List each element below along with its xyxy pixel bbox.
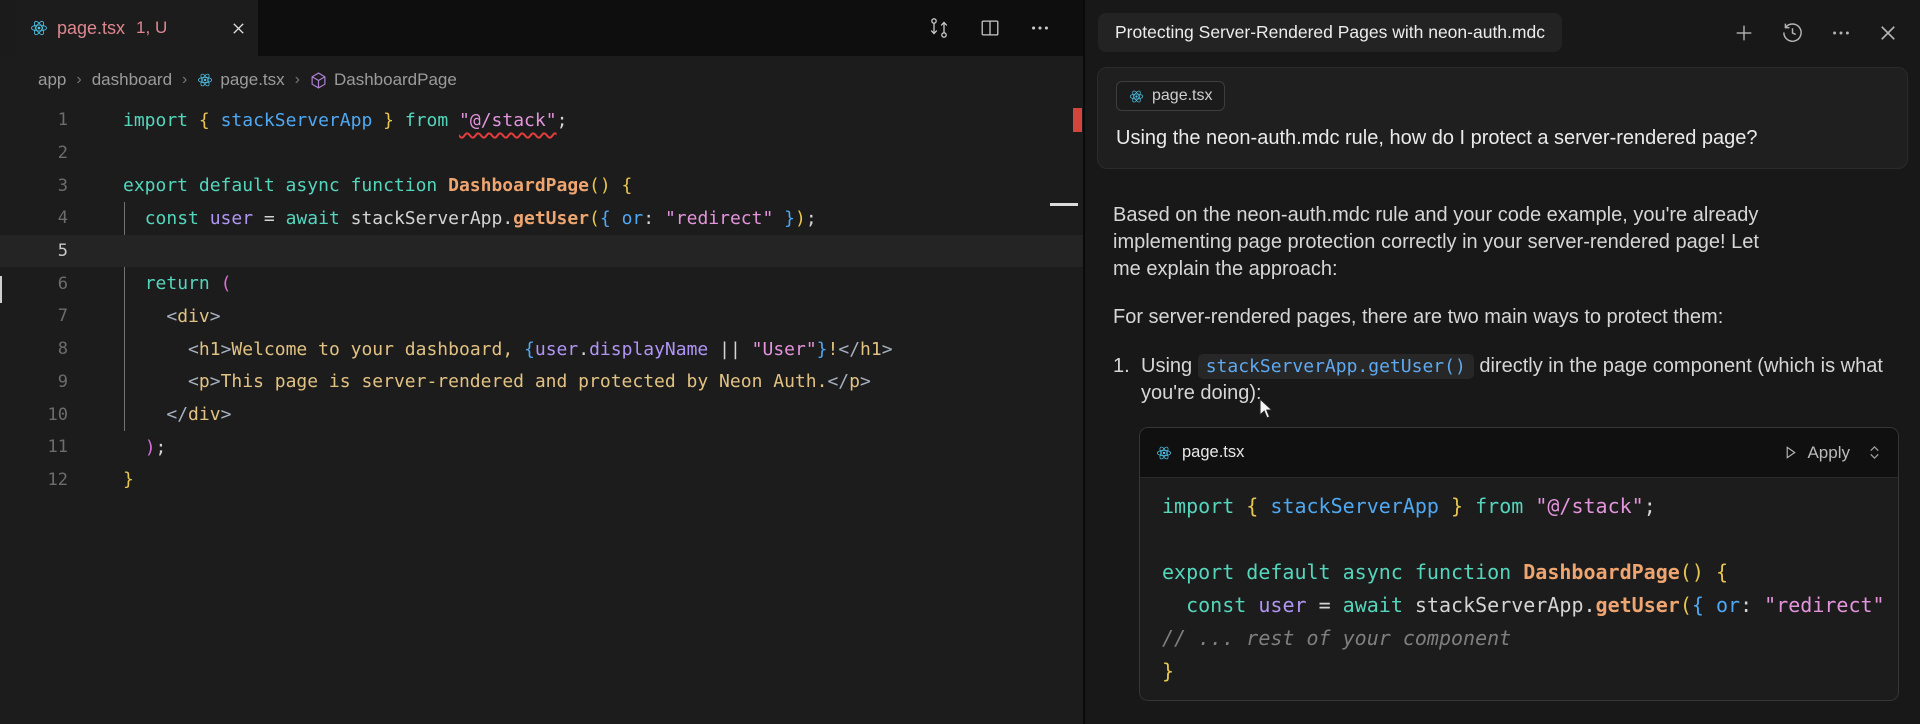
code-line[interactable]: 10 </div> [0, 398, 1083, 431]
line-number: 2 [0, 143, 68, 163]
line-number: 10 [0, 405, 68, 425]
breadcrumb: app › dashboard › page.tsx › Dashboar [0, 56, 1083, 104]
more-options-icon[interactable] [1830, 22, 1852, 44]
code-block-body[interactable]: import { stackServerApp } from "@/stack"… [1140, 478, 1898, 700]
assistant-response: Based on the neon-auth.mdc rule and your… [1085, 169, 1920, 701]
breadcrumb-file[interactable]: page.tsx [197, 70, 284, 90]
user-message: Using the neon-auth.mdc rule, how do I p… [1116, 127, 1889, 150]
more-actions-icon[interactable] [1029, 17, 1051, 39]
line-number: 1 [0, 110, 68, 130]
history-icon[interactable] [1781, 21, 1804, 44]
code-line[interactable]: 6 return ( [0, 267, 1083, 300]
assistant-paragraph: Based on the neon-auth.mdc rule and your… [1113, 202, 1773, 283]
editor-toolbar [927, 0, 1083, 56]
breadcrumb-app[interactable]: app [38, 70, 66, 90]
react-icon [1156, 445, 1172, 461]
line-number: 6 [0, 274, 68, 294]
chat-header-icons [1733, 21, 1898, 44]
code-line[interactable]: 3export default async function Dashboard… [0, 169, 1083, 202]
symbol-cube-icon [310, 72, 327, 89]
code-block-header: page.tsx Apply [1140, 428, 1898, 478]
apply-button[interactable]: Apply [1783, 439, 1882, 466]
line-number: 4 [0, 208, 68, 228]
line-number: 11 [0, 437, 68, 457]
code-line[interactable]: } [1162, 655, 1898, 688]
close-panel-icon[interactable] [1878, 23, 1898, 43]
left-edge-marker [0, 276, 2, 303]
react-icon [197, 72, 213, 88]
code-line[interactable] [1162, 523, 1898, 556]
context-chip-page-tsx[interactable]: page.tsx [1116, 81, 1225, 111]
tab-problems-badge: 1, U [136, 18, 167, 38]
breadcrumb-dashboard[interactable]: dashboard [92, 70, 172, 90]
breadcrumb-separator: › [76, 71, 81, 89]
breadcrumb-separator: › [295, 71, 300, 89]
app-window: page.tsx 1, U [0, 0, 1920, 724]
code-line[interactable]: 4 const user = await stackServerApp.getU… [0, 202, 1083, 235]
chip-label: page.tsx [1152, 87, 1212, 105]
code-block-filename: page.tsx [1182, 439, 1244, 466]
code-editor[interactable]: 1import { stackServerApp } from "@/stack… [0, 104, 1083, 496]
line-number: 12 [0, 470, 68, 490]
assistant-paragraph: For server-rendered pages, there are two… [1113, 304, 1904, 331]
list-item-text: Using stackServerApp.getUser() directly … [1141, 353, 1888, 407]
code-line[interactable]: 1import { stackServerApp } from "@/stack… [0, 104, 1083, 137]
tab-bar: page.tsx 1, U [0, 0, 1083, 56]
open-changes-icon[interactable] [927, 16, 951, 40]
code-line[interactable]: import { stackServerApp } from "@/stack"… [1162, 490, 1898, 523]
list-number: 1. [1113, 353, 1141, 407]
user-message-card: page.tsx Using the neon-auth.mdc rule, h… [1097, 67, 1908, 169]
code-line[interactable]: 5 [0, 235, 1083, 268]
chat-title[interactable]: Protecting Server-Rendered Pages with ne… [1098, 13, 1562, 52]
close-tab-icon[interactable] [231, 21, 246, 36]
code-line[interactable]: export default async function DashboardP… [1162, 556, 1898, 589]
code-line[interactable]: 11 ); [0, 431, 1083, 464]
list-item-1: 1. Using stackServerApp.getUser() direct… [1113, 353, 1888, 407]
inline-code[interactable]: stackServerApp.getUser() [1198, 354, 1474, 379]
line-number: 7 [0, 306, 68, 326]
react-icon [30, 19, 48, 37]
tab-label: page.tsx [57, 18, 125, 39]
code-line[interactable]: 8 <h1>Welcome to your dashboard, {user.d… [0, 333, 1083, 366]
overview-ruler-error-mark [1073, 108, 1082, 132]
code-line[interactable]: const user = await stackServerApp.getUse… [1162, 589, 1898, 622]
tab-bar-left-strip [0, 0, 16, 56]
code-line[interactable]: 9 <p>This page is server-rendered and pr… [0, 366, 1083, 399]
breadcrumb-separator: › [182, 71, 187, 89]
suggested-code-block: page.tsx Apply import { stackServerApp }… [1139, 427, 1899, 701]
new-chat-icon[interactable] [1733, 22, 1755, 44]
breadcrumb-symbol[interactable]: DashboardPage [310, 70, 457, 90]
line-number: 9 [0, 372, 68, 392]
line-number: 3 [0, 176, 68, 196]
code-line[interactable]: 2 [0, 137, 1083, 170]
overview-ruler-cursor-mark [1050, 203, 1078, 206]
code-line[interactable]: // ... rest of your component [1162, 622, 1898, 655]
expand-chevrons-icon[interactable] [1867, 444, 1882, 461]
split-editor-icon[interactable] [979, 17, 1001, 39]
play-icon [1783, 445, 1798, 460]
line-number: 5 [0, 241, 68, 261]
line-number: 8 [0, 339, 68, 359]
editor-pane: page.tsx 1, U [0, 0, 1083, 724]
code-line[interactable]: 12} [0, 464, 1083, 497]
react-icon [1129, 89, 1144, 104]
code-line[interactable]: 7 <div> [0, 300, 1083, 333]
chat-panel: Protecting Server-Rendered Pages with ne… [1085, 0, 1920, 724]
tab-page-tsx[interactable]: page.tsx 1, U [16, 0, 258, 56]
mouse-pointer-icon [1256, 398, 1276, 420]
chat-header: Protecting Server-Rendered Pages with ne… [1085, 0, 1920, 61]
